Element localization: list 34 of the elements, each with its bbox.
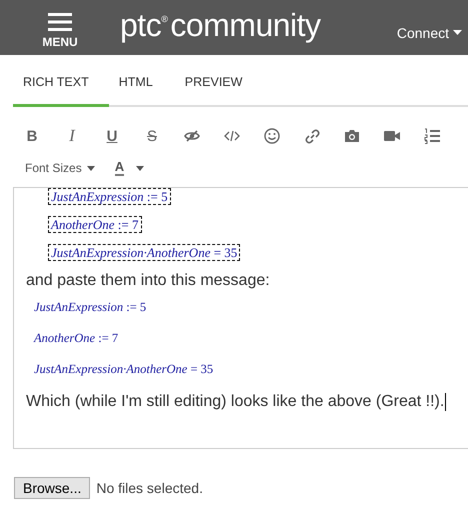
editor-tab[interactable]: HTML: [108, 59, 175, 107]
menu-button[interactable]: MENU: [28, 6, 92, 49]
strike-button[interactable]: S: [132, 121, 172, 151]
message-text: and paste them into this message:: [26, 272, 270, 290]
numbered-list-icon: [424, 128, 440, 144]
caret-icon: [86, 166, 95, 170]
message-text: Which (while I'm still editing) looks like the above (Great !!).: [26, 393, 444, 411]
video-camera-icon: [384, 130, 400, 142]
file-status: No files selected.: [96, 480, 203, 496]
site-logo[interactable]: ptc$^{®}$community: [120, 8, 321, 46]
code-icon: [224, 130, 240, 142]
browse-button[interactable]: Browse...: [14, 477, 90, 499]
math-expression: JustAnExpression := 5: [34, 300, 146, 315]
link-icon: [304, 128, 320, 144]
menu-icon: [48, 12, 72, 32]
hidden-eye-icon: [184, 130, 200, 142]
math-region: JustAnExpression := 5: [48, 188, 171, 205]
editor-tab[interactable]: RICH TEXT: [13, 59, 109, 107]
caret-icon: [453, 30, 462, 35]
math-region: AnotherOne := 7: [48, 216, 142, 233]
bold-button[interactable]: B: [12, 121, 52, 151]
math-expression: AnotherOne := 7: [34, 331, 118, 346]
camera-icon: [344, 129, 360, 143]
underline-button[interactable]: U: [92, 121, 132, 151]
math-region: JustAnExpression·AnotherOne = 35: [48, 244, 240, 261]
text-color-button[interactable]: A: [114, 160, 124, 176]
connect-menu[interactable]: Connect: [396, 14, 462, 40]
editor-tab[interactable]: PREVIEW: [174, 59, 264, 107]
italic-button[interactable]: I: [52, 121, 92, 151]
caret-icon[interactable]: [136, 166, 144, 170]
smiley-icon: [264, 128, 280, 144]
font-sizes-dropdown[interactable]: Font Sizes: [25, 161, 95, 175]
message-editor[interactable]: [13, 187, 468, 449]
math-expression: JustAnExpression·AnotherOne = 35: [34, 362, 214, 377]
